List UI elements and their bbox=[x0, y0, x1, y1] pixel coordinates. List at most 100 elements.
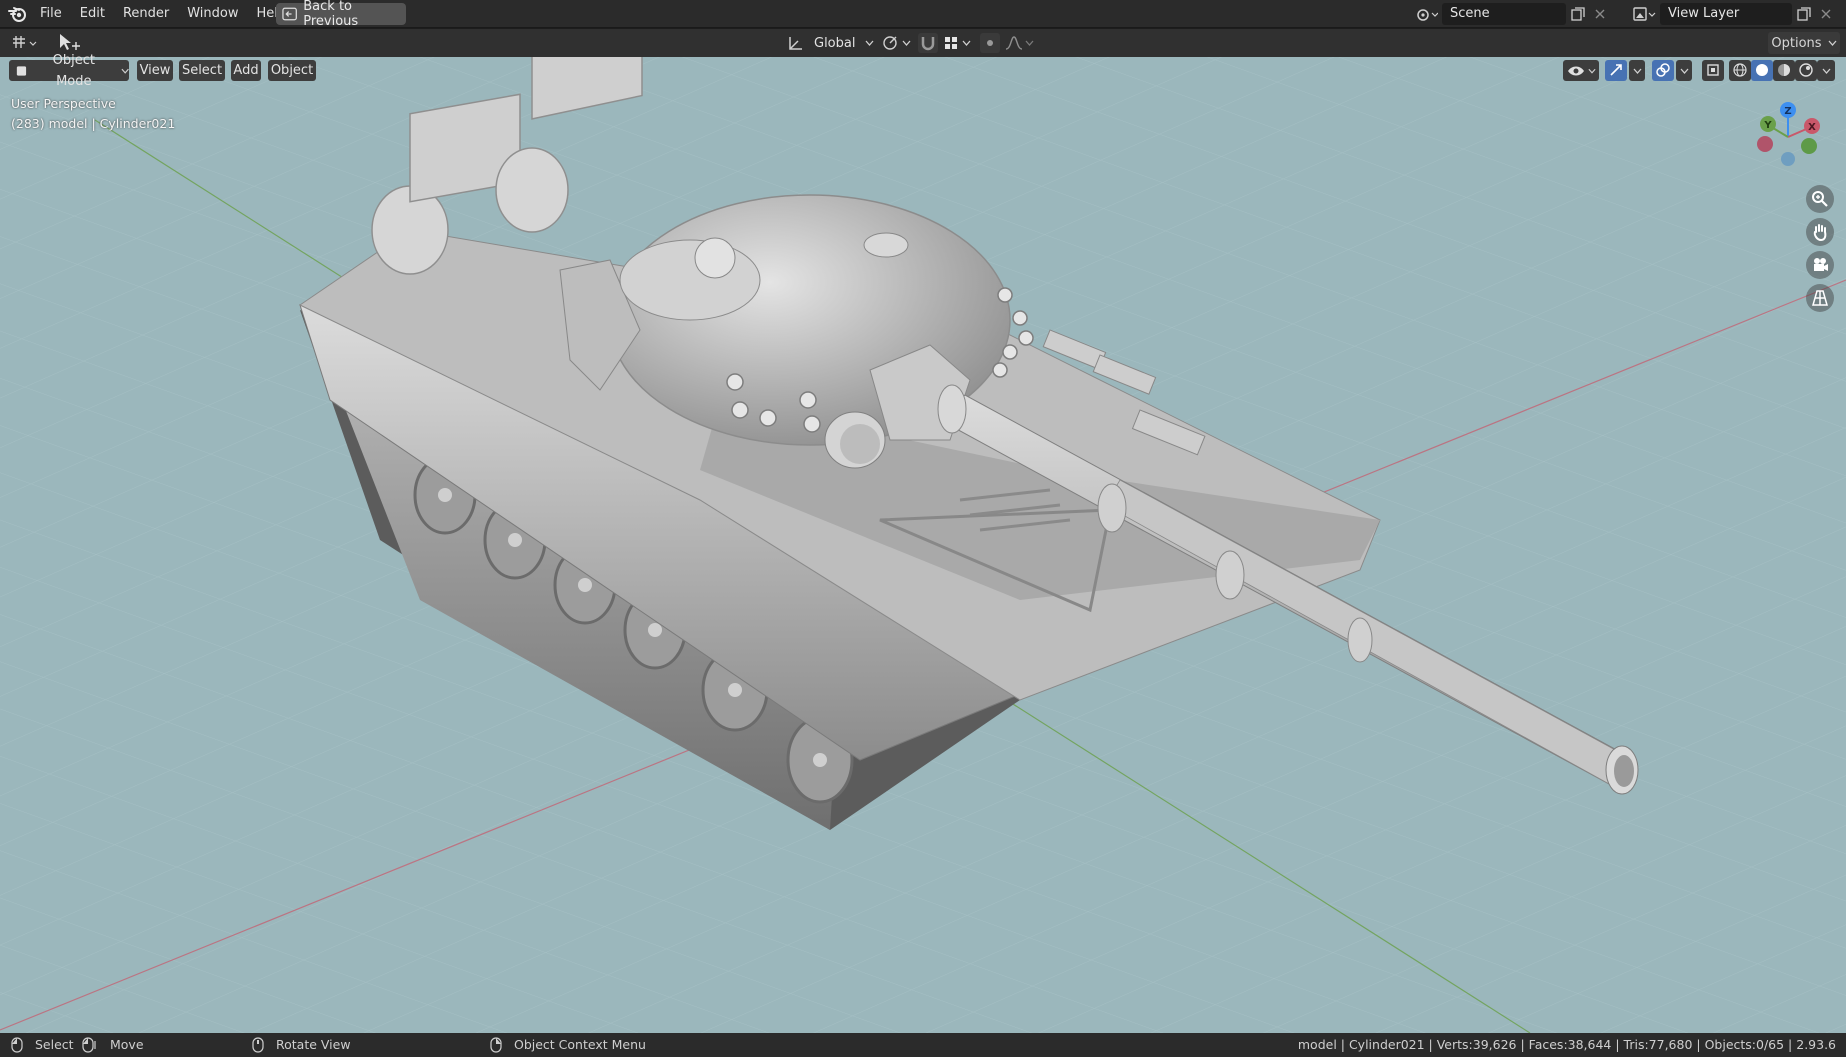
mouse-middle-icon bbox=[252, 1037, 264, 1053]
close-icon bbox=[1595, 9, 1605, 19]
shading-rendered-button[interactable] bbox=[1795, 60, 1817, 81]
gizmo-z-label: Z bbox=[1784, 106, 1791, 117]
object-menu[interactable]: Object bbox=[268, 60, 316, 81]
menu-render[interactable]: Render bbox=[114, 1, 178, 27]
chevron-down-icon bbox=[121, 68, 129, 74]
transform-orientation-label: Global bbox=[814, 35, 856, 51]
status-move-hint: Move bbox=[82, 1033, 144, 1057]
snap-toggle[interactable] bbox=[918, 33, 938, 53]
pan-view-button[interactable] bbox=[1806, 218, 1834, 246]
snap-increment-icon bbox=[945, 37, 957, 49]
toggle-perspective-button[interactable] bbox=[1806, 284, 1834, 312]
chevron-down-icon bbox=[902, 40, 911, 46]
scene-browse-button[interactable] bbox=[1412, 3, 1442, 25]
solid-sphere-icon bbox=[1756, 64, 1768, 76]
viewport-active-object-label: (283) model | Cylinder021 bbox=[11, 116, 176, 131]
tool-header: Global Options bbox=[0, 29, 1846, 57]
view-layer-name-field[interactable]: View Layer bbox=[1660, 3, 1792, 25]
mouse-right-icon bbox=[490, 1037, 502, 1053]
chevron-down-icon bbox=[1025, 40, 1034, 46]
chevron-down-icon bbox=[1828, 40, 1837, 46]
visibility-dropdown[interactable] bbox=[1563, 60, 1599, 81]
navigation-gizmo[interactable]: Z X Y bbox=[1748, 97, 1828, 177]
select-menu[interactable]: Select bbox=[179, 60, 225, 81]
status-bar: Select Move Rotate View Object Context M… bbox=[0, 1033, 1846, 1057]
main-menu: File Edit Render Window Help bbox=[31, 0, 295, 28]
menu-edit[interactable]: Edit bbox=[71, 1, 114, 27]
zoom-icon bbox=[1812, 191, 1828, 207]
xray-toggle[interactable] bbox=[1702, 60, 1724, 81]
viewport-scene bbox=[0, 57, 1846, 1033]
shading-wireframe-button[interactable] bbox=[1729, 60, 1751, 81]
object-mode-icon bbox=[16, 65, 27, 76]
object-mode-label: Object Mode bbox=[52, 52, 95, 89]
delete-scene-button[interactable] bbox=[1590, 3, 1610, 25]
gizmo-icon bbox=[1610, 64, 1622, 76]
wireframe-sphere-icon bbox=[1733, 63, 1747, 77]
top-bar: File Edit Render Window Help Back to Pre… bbox=[0, 0, 1846, 29]
scene-icon bbox=[1417, 9, 1438, 21]
new-view-layer-button[interactable] bbox=[1792, 3, 1816, 25]
falloff-curve-icon bbox=[1005, 36, 1023, 50]
status-move-label: Move bbox=[110, 1037, 144, 1052]
scene-statistics: model | Cylinder021 | Verts:39,626 | Fac… bbox=[1297, 1037, 1836, 1052]
gizmo-dropdown[interactable] bbox=[1629, 60, 1645, 81]
zoom-view-button[interactable] bbox=[1806, 185, 1834, 213]
status-select-label: Select bbox=[35, 1037, 74, 1052]
view-layer-selector: View Layer bbox=[1628, 3, 1836, 25]
view-menu[interactable]: View bbox=[137, 60, 173, 81]
snap-target-dropdown[interactable] bbox=[943, 33, 971, 53]
chevron-down-icon bbox=[962, 40, 971, 46]
chevron-down-icon bbox=[1633, 68, 1641, 74]
chevron-down-icon bbox=[1587, 68, 1596, 74]
pivot-icon bbox=[883, 36, 897, 50]
delete-view-layer-button[interactable] bbox=[1816, 3, 1836, 25]
transform-orientation-dropdown[interactable]: Global bbox=[786, 32, 874, 54]
menu-window[interactable]: Window bbox=[178, 1, 247, 27]
orientation-global-icon bbox=[789, 37, 802, 50]
back-to-previous-label: Back to Previous bbox=[303, 0, 359, 29]
gizmo-neg-x[interactable] bbox=[1757, 136, 1773, 152]
new-scene-button[interactable] bbox=[1566, 3, 1590, 25]
viewport-header: Object Mode View Select Add Object bbox=[0, 53, 1846, 89]
overlays-toggle[interactable] bbox=[1652, 60, 1674, 81]
magnet-icon bbox=[921, 37, 935, 51]
gizmo-neg-y[interactable] bbox=[1801, 138, 1817, 154]
shading-dropdown[interactable] bbox=[1817, 60, 1835, 81]
copy-icon bbox=[1571, 7, 1585, 21]
gizmo-neg-z[interactable] bbox=[1781, 152, 1795, 166]
shading-solid-button[interactable] bbox=[1751, 60, 1773, 81]
mouse-left-icon bbox=[11, 1037, 23, 1053]
back-to-previous-button[interactable]: Back to Previous bbox=[276, 0, 406, 29]
hand-icon bbox=[1813, 224, 1827, 241]
proportional-falloff-dropdown[interactable] bbox=[1005, 33, 1034, 53]
back-icon bbox=[282, 7, 297, 21]
eye-icon bbox=[1567, 66, 1584, 75]
status-context-label: Object Context Menu bbox=[514, 1037, 646, 1052]
overlays-icon bbox=[1656, 63, 1670, 77]
proportional-editing-toggle[interactable] bbox=[980, 33, 1000, 53]
mouse-drag-icon bbox=[82, 1037, 96, 1053]
overlays-dropdown[interactable] bbox=[1676, 60, 1692, 81]
add-menu[interactable]: Add bbox=[231, 60, 261, 81]
close-icon bbox=[1821, 9, 1831, 19]
status-rotate-hint: Rotate View bbox=[252, 1033, 351, 1057]
scene-selector: Scene bbox=[1412, 3, 1610, 25]
view-layer-browse-button[interactable] bbox=[1628, 3, 1660, 25]
material-sphere-icon bbox=[1778, 64, 1790, 76]
status-rotate-label: Rotate View bbox=[276, 1037, 351, 1052]
shading-material-button[interactable] bbox=[1773, 60, 1795, 81]
camera-view-button[interactable] bbox=[1806, 251, 1834, 279]
object-mode-dropdown[interactable]: Object Mode bbox=[9, 53, 129, 89]
chevron-down-icon bbox=[865, 40, 874, 46]
menu-file[interactable]: File bbox=[31, 1, 71, 27]
chevron-down-icon bbox=[1822, 68, 1830, 74]
render-layers-icon bbox=[1633, 7, 1656, 21]
gizmo-toggle[interactable] bbox=[1605, 60, 1627, 81]
3d-viewport[interactable]: Z X Y bbox=[0, 57, 1846, 1033]
chevron-down-icon bbox=[1680, 68, 1688, 74]
options-dropdown[interactable]: Options bbox=[1768, 32, 1840, 54]
blender-logo-icon[interactable] bbox=[8, 5, 28, 23]
pivot-point-dropdown[interactable] bbox=[880, 32, 911, 54]
scene-name-field[interactable]: Scene bbox=[1442, 3, 1566, 25]
